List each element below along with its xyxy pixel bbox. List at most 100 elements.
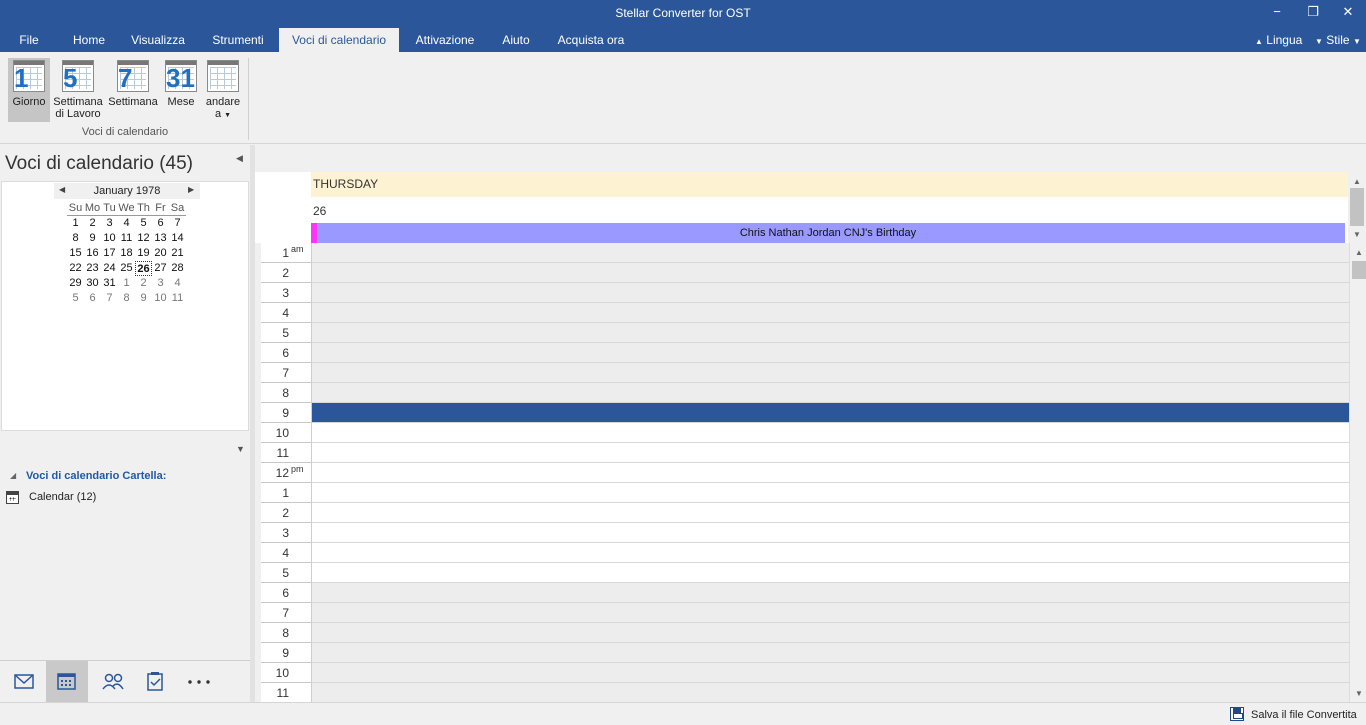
mini-calendar-day[interactable]: 3 xyxy=(101,216,118,231)
language-menu[interactable]: ▲ Lingua xyxy=(1255,28,1302,52)
time-grid-scrollbar[interactable]: ▲ ▼ xyxy=(1349,243,1366,703)
restore-button[interactable]: ❐ xyxy=(1296,0,1330,26)
mini-calendar-day[interactable]: 13 xyxy=(152,231,169,246)
time-slot[interactable] xyxy=(311,583,1349,603)
time-slot[interactable] xyxy=(311,383,1349,403)
mini-calendar-day[interactable]: 1 xyxy=(67,216,84,231)
mini-calendar-day[interactable]: 17 xyxy=(101,246,118,261)
all-day-scrollbar[interactable]: ▲ ▼ xyxy=(1348,172,1366,243)
minimize-button[interactable]: − xyxy=(1260,0,1294,26)
month-view-button[interactable]: 31 Mese xyxy=(162,58,200,122)
mini-calendar-day[interactable]: 7 xyxy=(169,216,186,231)
week-view-button[interactable]: 7 Settimana xyxy=(106,58,160,122)
mini-calendar-day[interactable]: 20 xyxy=(152,246,169,261)
time-slot-selected[interactable] xyxy=(311,403,1349,423)
tab-file[interactable]: File xyxy=(8,28,50,52)
time-slot[interactable] xyxy=(311,443,1349,463)
time-slot[interactable] xyxy=(311,283,1349,303)
tab-home[interactable]: Home xyxy=(64,28,114,52)
calendar-nav-button[interactable] xyxy=(46,661,88,703)
work-week-view-button[interactable]: 5 Settimana di Lavoro xyxy=(51,58,105,122)
time-slot[interactable] xyxy=(311,243,1349,263)
mini-calendar-day[interactable]: 1 xyxy=(118,276,135,291)
expand-folders-icon[interactable]: ▼ xyxy=(236,444,245,454)
mini-calendar-day[interactable]: 4 xyxy=(118,216,135,231)
scroll-up-icon[interactable]: ▲ xyxy=(1354,248,1364,257)
scroll-down-icon[interactable]: ▼ xyxy=(1352,230,1362,239)
mini-calendar-day[interactable]: 2 xyxy=(135,276,152,291)
mini-calendar-day[interactable]: 4 xyxy=(169,276,186,291)
mini-calendar-day[interactable]: 6 xyxy=(152,216,169,231)
style-menu[interactable]: ▼ Stile ▼ xyxy=(1315,28,1361,52)
mini-calendar-day[interactable]: 15 xyxy=(67,246,84,261)
mini-calendar-day[interactable]: 18 xyxy=(118,246,135,261)
tab-visualizza[interactable]: Visualizza xyxy=(124,28,192,52)
collapse-pane-icon[interactable]: ◀ xyxy=(236,153,243,164)
mini-calendar-day-selected[interactable]: 26 xyxy=(135,261,152,276)
tab-voci-di-calendario[interactable]: Voci di calendario xyxy=(279,28,399,52)
mini-calendar-day[interactable]: 5 xyxy=(135,216,152,231)
mini-calendar-day[interactable]: 9 xyxy=(84,231,101,246)
time-slot[interactable] xyxy=(311,683,1349,703)
mini-calendar-day[interactable]: 29 xyxy=(67,276,84,291)
mini-calendar-day[interactable]: 7 xyxy=(101,291,118,306)
tab-aiuto[interactable]: Aiuto xyxy=(492,28,540,52)
time-slot[interactable] xyxy=(311,323,1349,343)
mini-calendar-day[interactable]: 10 xyxy=(101,231,118,246)
mini-calendar-day[interactable]: 2 xyxy=(84,216,101,231)
scroll-thumb[interactable] xyxy=(1350,188,1364,226)
time-slot[interactable] xyxy=(311,623,1349,643)
mini-calendar-day[interactable]: 30 xyxy=(84,276,101,291)
time-slot[interactable] xyxy=(311,603,1349,623)
mini-calendar-day[interactable]: 21 xyxy=(169,246,186,261)
tab-strumenti[interactable]: Strumenti xyxy=(203,28,273,52)
time-slot[interactable] xyxy=(311,543,1349,563)
time-slot[interactable] xyxy=(311,483,1349,503)
mini-calendar-day[interactable]: 6 xyxy=(84,291,101,306)
mini-calendar-day[interactable]: 22 xyxy=(67,261,84,276)
mini-calendar-day[interactable]: 8 xyxy=(67,231,84,246)
tasks-nav-button[interactable] xyxy=(134,661,176,703)
mini-calendar-day[interactable]: 10 xyxy=(152,291,169,306)
mini-calendar-day[interactable]: 27 xyxy=(152,261,169,276)
mini-calendar-day[interactable]: 16 xyxy=(84,246,101,261)
mini-calendar-day[interactable]: 3 xyxy=(152,276,169,291)
scroll-thumb[interactable] xyxy=(1352,261,1366,279)
time-slot[interactable] xyxy=(311,503,1349,523)
mini-calendar-day[interactable]: 24 xyxy=(101,261,118,276)
all-day-event[interactable]: Chris Nathan Jordan CNJ's Birthday xyxy=(311,223,1345,243)
mini-calendar-day[interactable]: 23 xyxy=(84,261,101,276)
close-button[interactable]: ✕ xyxy=(1331,0,1365,26)
mini-calendar-day[interactable]: 11 xyxy=(118,231,135,246)
time-slot[interactable] xyxy=(311,563,1349,583)
goto-button[interactable]: andare a ▼ xyxy=(202,58,244,122)
next-month-icon[interactable]: ▶ xyxy=(188,185,194,194)
mini-calendar-day[interactable]: 11 xyxy=(169,291,186,306)
time-slot[interactable] xyxy=(311,343,1349,363)
mini-calendar-day[interactable]: 25 xyxy=(118,261,135,276)
contacts-nav-button[interactable] xyxy=(92,661,134,703)
mini-calendar-day[interactable]: 19 xyxy=(135,246,152,261)
time-slot[interactable] xyxy=(311,423,1349,443)
mini-calendar-day[interactable]: 9 xyxy=(135,291,152,306)
day-view-button[interactable]: 1 Giorno xyxy=(8,58,50,122)
mini-calendar-day[interactable]: 12 xyxy=(135,231,152,246)
mini-calendar-day[interactable]: 8 xyxy=(118,291,135,306)
mini-calendar-day[interactable]: 28 xyxy=(169,261,186,276)
time-slot[interactable] xyxy=(311,303,1349,323)
time-slot[interactable] xyxy=(311,363,1349,383)
time-slot[interactable] xyxy=(311,523,1349,543)
time-slot[interactable] xyxy=(311,263,1349,283)
mini-calendar-day[interactable]: 14 xyxy=(169,231,186,246)
mini-calendar-day[interactable]: 5 xyxy=(67,291,84,306)
tab-acquista-ora[interactable]: Acquista ora xyxy=(552,28,630,52)
scroll-up-icon[interactable]: ▲ xyxy=(1352,177,1362,186)
more-nav-button[interactable] xyxy=(178,661,220,703)
mini-calendar-day[interactable]: 31 xyxy=(101,276,118,291)
mail-nav-button[interactable] xyxy=(2,661,44,703)
time-slot[interactable] xyxy=(311,643,1349,663)
folder-item-calendar[interactable]: Calendar (12) xyxy=(0,489,250,507)
expand-triangle-icon[interactable]: ◢ xyxy=(10,471,16,480)
scroll-down-icon[interactable]: ▼ xyxy=(1354,689,1364,698)
time-slot[interactable] xyxy=(311,663,1349,683)
